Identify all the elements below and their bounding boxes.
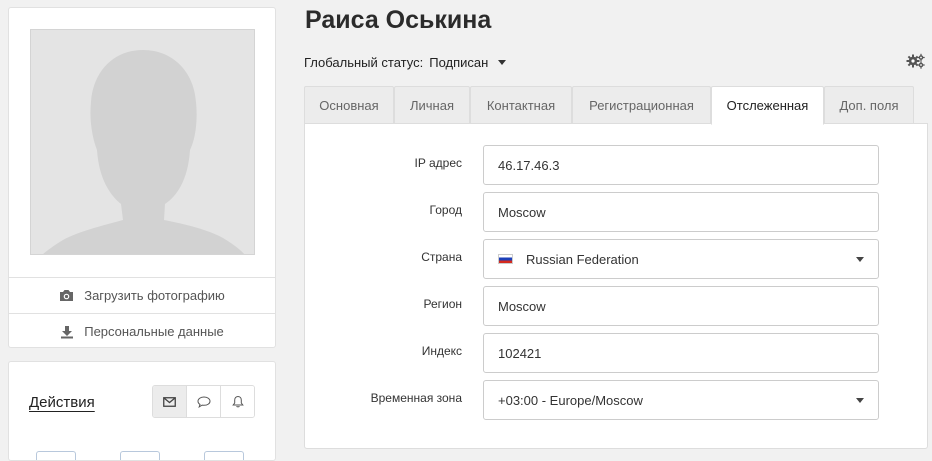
- page-title: Раиса Оськина: [305, 6, 492, 34]
- postal-code-value: 102421: [498, 345, 542, 361]
- personal-data-label: Персональные данные: [84, 324, 224, 339]
- bell-icon: [231, 395, 244, 408]
- global-status-value[interactable]: Подписан: [429, 55, 488, 70]
- tab-contact[interactable]: Контактная: [470, 86, 572, 124]
- postal-code-field[interactable]: 102421: [483, 333, 879, 373]
- action-button-group: [152, 385, 255, 418]
- tab-registration[interactable]: Регистрационная: [572, 86, 711, 124]
- city-label: Город: [429, 203, 462, 217]
- country-label: Страна: [421, 250, 462, 264]
- chat-button[interactable]: [186, 386, 220, 417]
- gears-icon: [906, 53, 925, 69]
- country-value: Russian Federation: [526, 251, 639, 267]
- global-status-label: Глобальный статус:: [304, 55, 424, 70]
- postal-code-label: Индекс: [421, 344, 462, 358]
- actions-card: Действия: [8, 361, 276, 461]
- ip-address-field[interactable]: 46.17.46.3: [483, 145, 879, 185]
- chat-bubble-icon: [196, 395, 211, 408]
- region-label: Регион: [423, 297, 462, 311]
- timezone-label: Временная зона: [370, 391, 462, 405]
- upload-photo-button[interactable]: Загрузить фотографию: [9, 277, 275, 313]
- russia-flag-icon: [498, 254, 513, 264]
- timezone-value: +03:00 - Europe/Moscow: [498, 392, 643, 408]
- upload-photo-label: Загрузить фотографию: [84, 288, 225, 303]
- tab-personal[interactable]: Личная: [394, 86, 470, 124]
- download-icon: [61, 325, 74, 338]
- region-field[interactable]: Moscow: [483, 286, 879, 326]
- settings-button[interactable]: [906, 53, 926, 74]
- city-field[interactable]: Moscow: [483, 192, 879, 232]
- tab-tracked[interactable]: Отслеженная: [711, 86, 824, 125]
- action-tile-top[interactable]: [120, 451, 160, 460]
- tab-main[interactable]: Основная: [304, 86, 394, 124]
- timezone-select[interactable]: +03:00 - Europe/Moscow: [483, 380, 879, 420]
- chevron-down-icon[interactable]: [498, 60, 507, 65]
- tab-extra-fields[interactable]: Доп. поля: [824, 86, 914, 124]
- country-select[interactable]: Russian Federation: [483, 239, 879, 279]
- action-tile-top[interactable]: [204, 451, 244, 460]
- camera-icon: [60, 290, 74, 301]
- region-value: Moscow: [498, 298, 546, 314]
- mail-button[interactable]: [153, 386, 186, 417]
- actions-title[interactable]: Действия: [29, 394, 95, 411]
- city-value: Moscow: [498, 204, 546, 220]
- personal-data-button[interactable]: Персональные данные: [9, 313, 275, 349]
- global-status: Глобальный статус: Подписан: [304, 55, 507, 70]
- action-tile-top[interactable]: [36, 451, 76, 460]
- profile-photo-card: Загрузить фотографию Персональные данные: [8, 7, 276, 348]
- chevron-down-icon: [856, 257, 864, 262]
- ip-address-value: 46.17.46.3: [498, 157, 560, 173]
- chevron-down-icon: [856, 398, 864, 403]
- ip-label: IP адрес: [414, 156, 462, 170]
- notification-button[interactable]: [220, 386, 254, 417]
- mail-icon: [163, 396, 176, 407]
- avatar-placeholder: [30, 29, 255, 255]
- person-silhouette-icon: [43, 50, 245, 254]
